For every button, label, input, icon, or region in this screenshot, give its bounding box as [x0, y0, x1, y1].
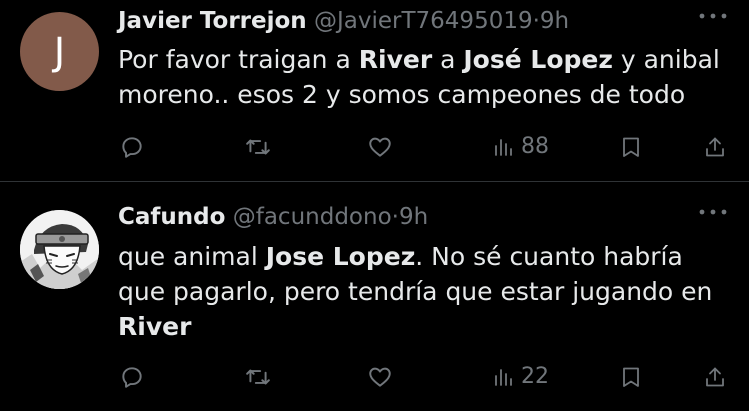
text-segment-bold: River	[358, 45, 433, 74]
more-icon[interactable]	[697, 8, 729, 24]
views-icon	[495, 369, 512, 386]
author-name[interactable]: Cafundo	[118, 204, 225, 230]
manga-character-avatar-icon	[20, 210, 99, 289]
share-icon	[706, 137, 724, 157]
tweet-header: Javier Torrejon @JavierT76495019·9h	[118, 5, 749, 37]
views-button[interactable]: 22	[493, 361, 549, 393]
text-segment-bold: River	[118, 312, 192, 341]
views-count: 22	[521, 364, 549, 389]
share-button[interactable]	[703, 131, 727, 163]
views-button[interactable]: 88	[493, 131, 549, 163]
share-button[interactable]	[703, 361, 727, 393]
author-handle[interactable]: @JavierT76495019	[314, 8, 533, 34]
views-icon	[495, 139, 512, 156]
separator-dot: ·	[532, 8, 540, 34]
tweet-text: Por favor traigan a River a José Lopez y…	[118, 42, 733, 112]
bookmark-icon	[623, 367, 639, 387]
bookmark-button[interactable]	[619, 131, 643, 163]
tweet[interactable]: J Javier Torrejon @JavierT76495019·9h Po…	[0, 0, 749, 181]
text-segment: a	[432, 45, 464, 74]
like-button[interactable]	[367, 131, 393, 163]
retweet-icon	[246, 139, 270, 155]
retweet-button[interactable]	[244, 361, 272, 393]
text-segment: Por favor traigan a	[118, 45, 359, 74]
share-icon	[706, 367, 724, 387]
reply-icon	[122, 137, 142, 158]
like-icon	[369, 137, 391, 157]
bookmark-icon	[623, 137, 639, 157]
avatar[interactable]	[20, 210, 99, 289]
more-icon[interactable]	[697, 204, 729, 220]
reply-icon	[122, 367, 142, 388]
text-segment-bold: José Lopez	[463, 45, 613, 74]
retweet-button[interactable]	[244, 131, 272, 163]
like-icon	[369, 367, 391, 387]
action-bar: 22	[0, 361, 749, 393]
separator-dot: ·	[391, 204, 399, 230]
reply-button[interactable]	[119, 361, 145, 393]
retweet-icon	[246, 369, 270, 385]
avatar-letter: J	[53, 29, 66, 74]
views-count: 88	[521, 134, 549, 159]
author-handle[interactable]: @facunddono	[233, 204, 392, 230]
tweet-header: Cafundo @facunddono·9h	[118, 201, 749, 233]
text-segment: que animal	[118, 242, 266, 271]
reply-button[interactable]	[119, 131, 145, 163]
tweet-time[interactable]: 9h	[540, 8, 569, 34]
tweet[interactable]: Cafundo @facunddono·9h que animal Jose L…	[0, 182, 749, 411]
avatar[interactable]: J	[20, 12, 99, 91]
bookmark-button[interactable]	[619, 361, 643, 393]
action-bar: 88	[0, 131, 749, 163]
text-segment-bold: Jose Lopez	[265, 242, 416, 271]
tweet-text: que animal Jose Lopez. No sé cuanto habr…	[118, 239, 733, 344]
author-name[interactable]: Javier Torrejon	[118, 8, 307, 34]
like-button[interactable]	[367, 361, 393, 393]
tweet-time[interactable]: 9h	[399, 204, 428, 230]
